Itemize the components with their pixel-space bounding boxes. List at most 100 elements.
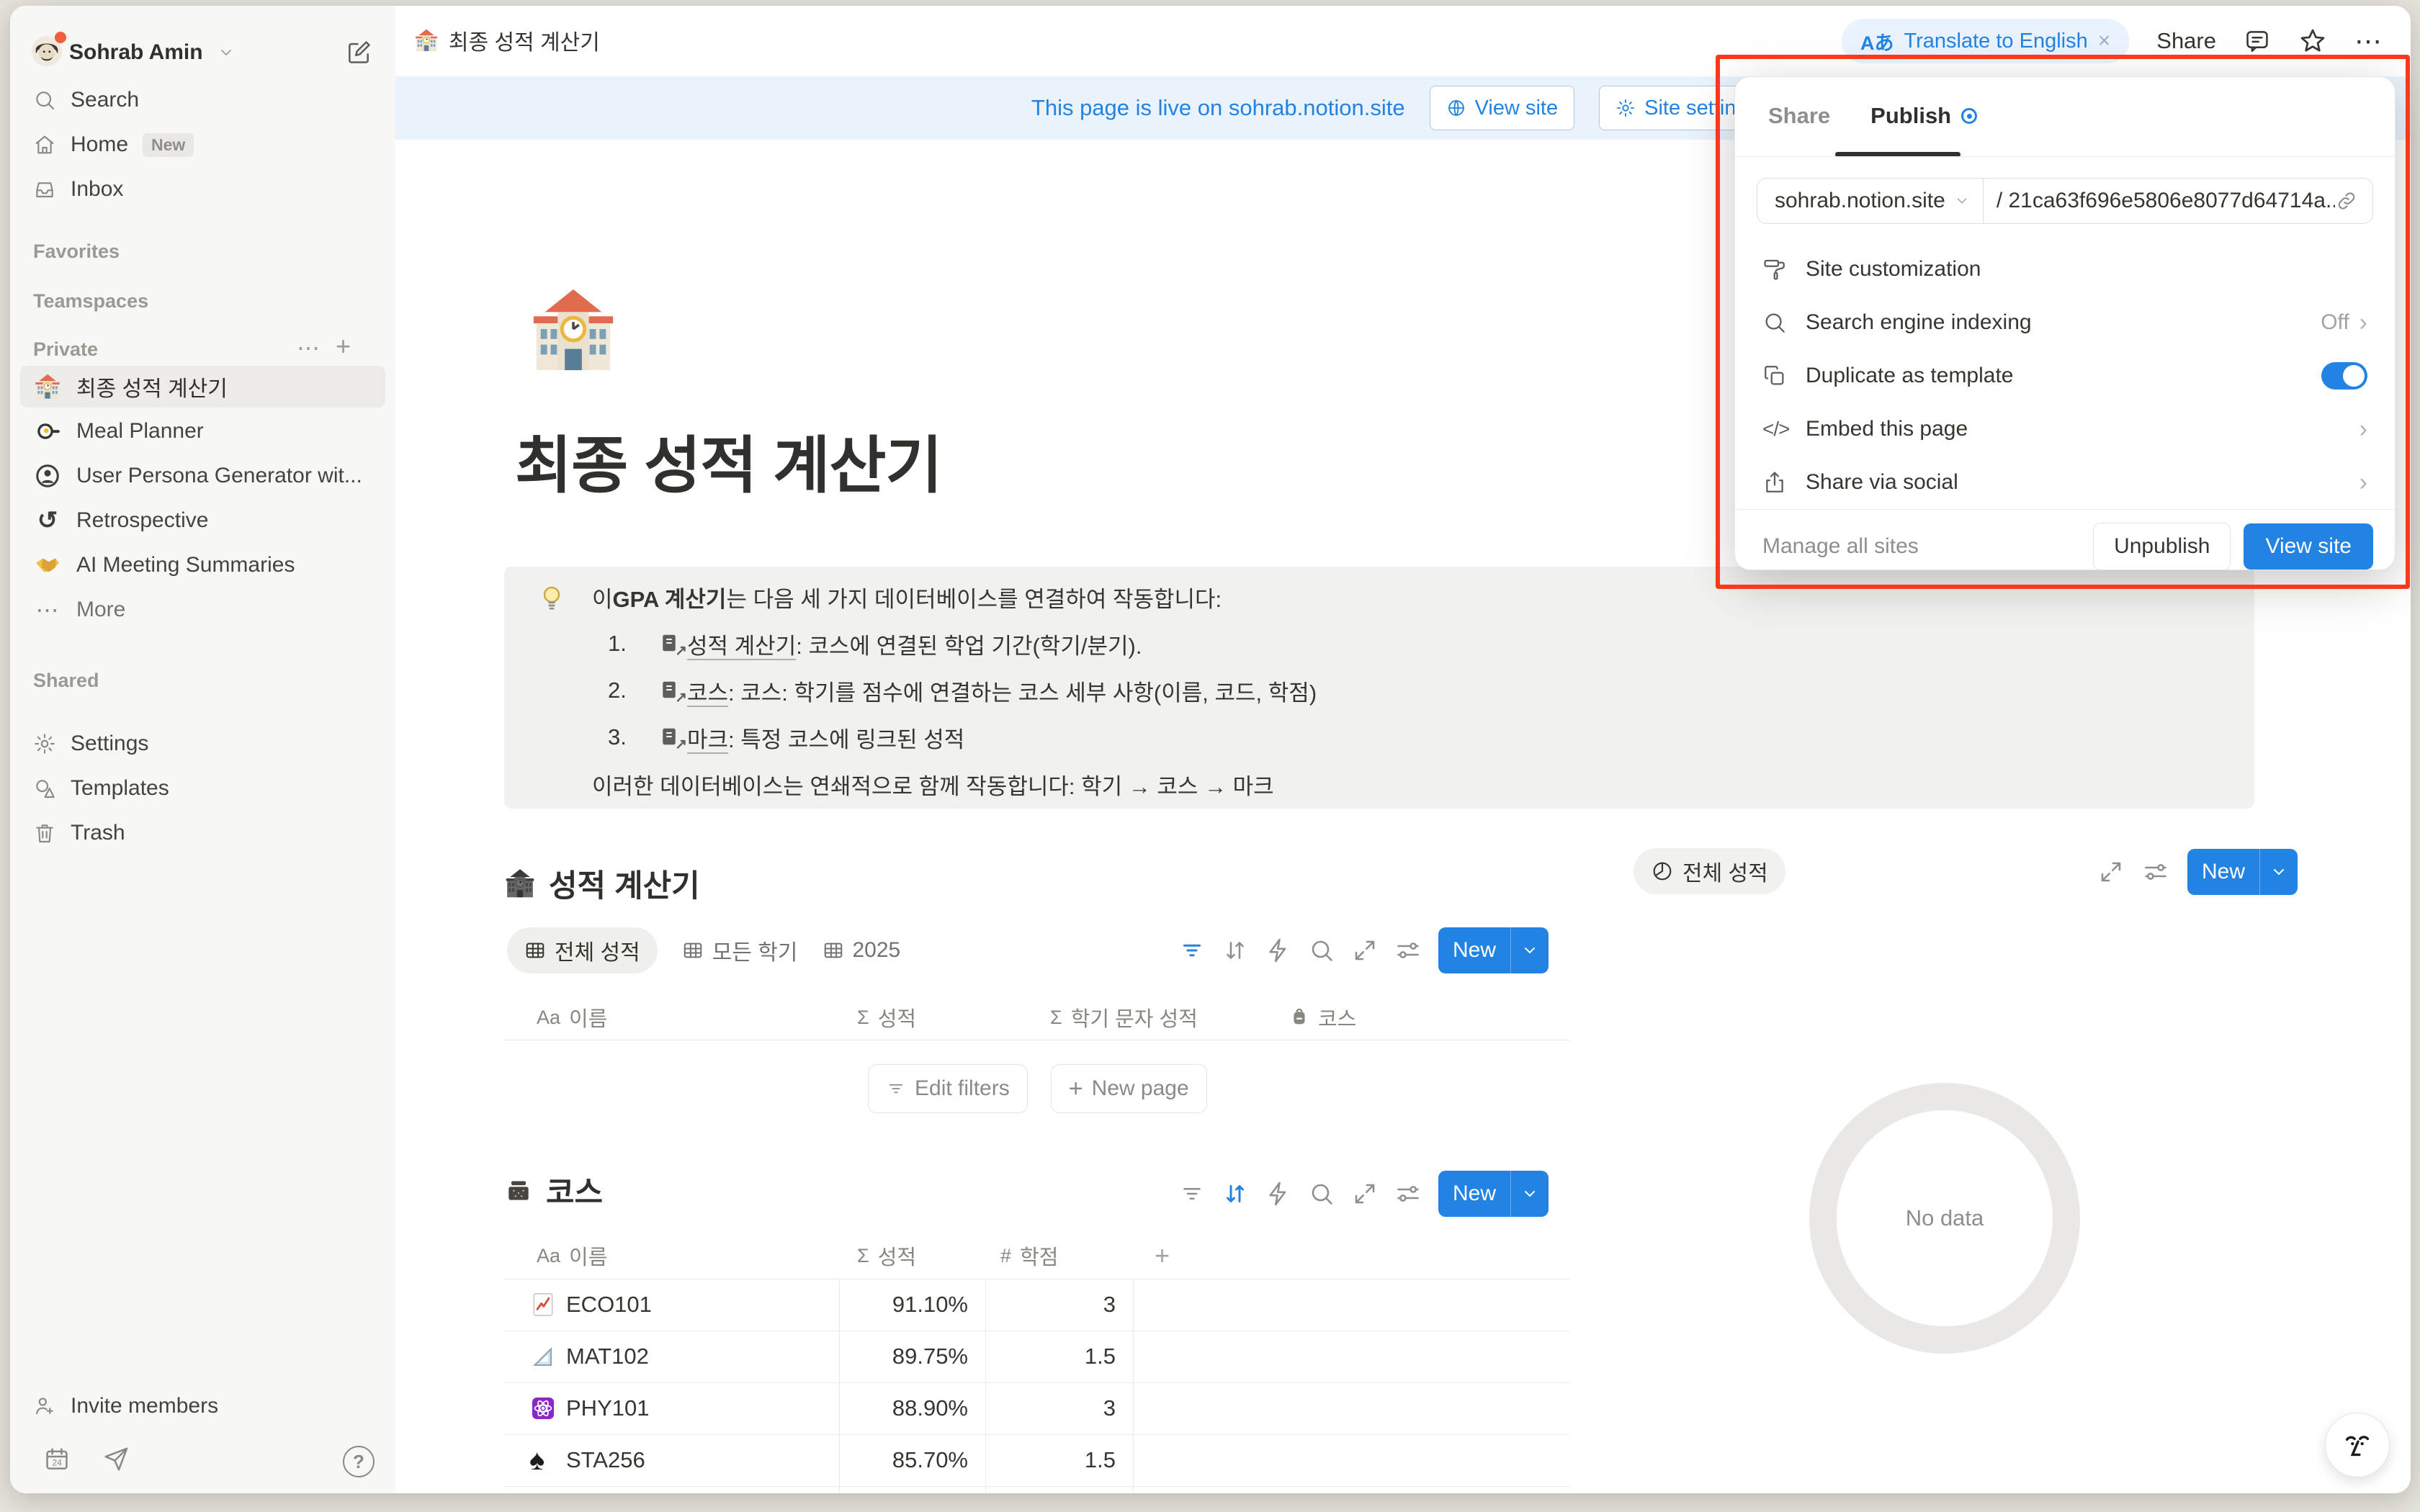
new-page-label: New page (1092, 1076, 1189, 1101)
view-tab-all-terms[interactable]: 모든 학기 (682, 927, 798, 973)
column-header-name[interactable]: Aa이름 (537, 1233, 607, 1279)
private-add-icon[interactable]: + (336, 331, 351, 361)
sliders-icon[interactable] (2143, 859, 2169, 885)
workspace-switcher[interactable]: Sohrab Amin (20, 32, 385, 73)
new-button[interactable]: New (1438, 1171, 1549, 1217)
table-row[interactable]: PHY101 88.90% 3 (504, 1382, 1570, 1435)
calendar-icon[interactable]: 24 (43, 1446, 71, 1473)
lightning-icon[interactable] (1265, 1181, 1291, 1207)
sliders-icon[interactable] (1395, 937, 1421, 963)
more-options-icon[interactable]: ⋯ (2354, 25, 2383, 58)
star-icon[interactable] (2298, 27, 2327, 55)
expand-icon[interactable] (2098, 859, 2124, 885)
sort-icon[interactable] (1222, 937, 1248, 963)
new-button[interactable]: New (1438, 927, 1549, 973)
page-path-value[interactable]: / 21ca63f696e5806e8077d64714a... (1984, 189, 2335, 213)
sidebar-item-meal-planner[interactable]: Meal Planner (20, 410, 385, 452)
close-icon[interactable]: × (2098, 29, 2111, 53)
manage-all-sites-link[interactable]: Manage all sites (1762, 534, 1919, 559)
edit-filters-button[interactable]: Edit filters (868, 1064, 1028, 1113)
grades-table-header: Aa이름 Σ성적 Σ학기 문자 성적 코스 (504, 995, 1570, 1040)
breadcrumb[interactable]: 최종 성적 계산기 (414, 24, 600, 56)
grades-db-title[interactable]: 성적 계산기 (504, 861, 700, 906)
sort-icon[interactable] (1222, 1181, 1248, 1207)
invite-members[interactable]: Invite members (20, 1385, 385, 1427)
sidebar-item-settings[interactable]: Settings (20, 723, 385, 765)
table-row[interactable]: ECO101 91.10% 3 (504, 1279, 1570, 1331)
menu-item-search-engine-indexing[interactable]: Search engine indexing Off› (1735, 296, 2395, 349)
search-icon[interactable] (1309, 937, 1335, 963)
table-icon (823, 940, 844, 961)
unpublish-button[interactable]: Unpublish (2093, 523, 2231, 570)
help-icon[interactable]: ? (343, 1446, 375, 1477)
table-row[interactable]: ♠ STA256 85.70% 1.5 (504, 1434, 1570, 1487)
view-tab-2025[interactable]: 2025 (823, 927, 901, 973)
page-icon[interactable] (528, 285, 619, 379)
duplicate-toggle-on[interactable] (2321, 362, 2367, 390)
menu-item-embed-this-page[interactable]: </> Embed this page › (1735, 402, 2395, 456)
sidebar-item-final-grade-calculator[interactable]: 최종 성적 계산기 (20, 366, 385, 408)
column-header-grade[interactable]: Σ성적 (857, 995, 916, 1040)
table-row[interactable]: MAT102 89.75% 1.5 (504, 1331, 1570, 1383)
filter-icon[interactable] (1179, 1181, 1205, 1207)
new-page-button[interactable]: + New page (1051, 1064, 1207, 1113)
courses-db-title[interactable]: 코스 (504, 1168, 603, 1212)
filter-icon[interactable] (1179, 937, 1205, 963)
site-url-input: sohrab.notion.site / 21ca63f696e5806e807… (1757, 178, 2373, 224)
sidebar-item-ai-meeting-summaries[interactable]: AI Meeting Summaries (20, 544, 385, 586)
menu-item-duplicate-as-template[interactable]: Duplicate as template (1735, 349, 2395, 402)
new-button[interactable]: New (2187, 849, 2298, 895)
add-column-button[interactable]: + (1155, 1233, 1170, 1279)
frying-pan-icon (33, 417, 62, 446)
compose-icon[interactable] (345, 39, 372, 66)
domain-select[interactable]: sohrab.notion.site (1757, 179, 1983, 223)
view-site-button[interactable]: View site (1430, 86, 1575, 130)
column-header-grade[interactable]: Σ성적 (857, 1233, 916, 1279)
table-icon (524, 940, 546, 961)
section-private[interactable]: Private (33, 338, 98, 361)
chevron-down-icon[interactable] (2260, 863, 2298, 881)
private-more-icon[interactable]: ⋯ (297, 334, 321, 361)
sidebar-item-more[interactable]: ⋯ More (20, 589, 385, 631)
sidebar-item-label: Settings (71, 732, 148, 756)
column-header-credits[interactable]: #학점 (1000, 1233, 1058, 1279)
section-shared[interactable]: Shared (33, 670, 99, 692)
tab-share[interactable]: Share (1768, 103, 1830, 129)
send-icon[interactable] (102, 1446, 130, 1473)
notion-ai-button[interactable] (2325, 1413, 2390, 1477)
sidebar-item-templates[interactable]: Templates (20, 768, 385, 809)
menu-item-share-via-social[interactable]: Share via social › (1735, 456, 2395, 509)
section-teamspaces[interactable]: Teamspaces (33, 290, 148, 312)
share-button[interactable]: Share (2156, 28, 2216, 54)
chart-view-tab[interactable]: 전체 성적 (1634, 848, 1785, 894)
sidebar-item-trash[interactable]: Trash (20, 812, 385, 854)
column-header-course[interactable]: 코스 (1289, 995, 1356, 1040)
expand-icon[interactable] (1352, 1181, 1378, 1207)
sidebar-item-home[interactable]: Home New (20, 124, 385, 166)
view-site-button[interactable]: View site (2244, 523, 2373, 570)
view-tab-all-grades[interactable]: 전체 성적 (507, 927, 658, 973)
expand-icon[interactable] (1352, 937, 1378, 963)
chevron-down-icon[interactable] (1511, 942, 1549, 959)
new-button-label: New (1438, 1182, 1510, 1206)
search-icon[interactable] (1309, 1181, 1335, 1207)
column-header-name[interactable]: Aa이름 (537, 995, 607, 1040)
column-header-letter-grade[interactable]: Σ학기 문자 성적 (1050, 995, 1198, 1040)
page-link[interactable]: 마크 (687, 721, 728, 754)
comment-icon[interactable] (2244, 27, 2271, 55)
page-link[interactable]: 성적 계산기 (687, 628, 796, 660)
menu-item-site-customization[interactable]: Site customization (1735, 243, 2395, 296)
sliders-icon[interactable] (1395, 1181, 1421, 1207)
sidebar-item-user-persona[interactable]: User Persona Generator wit... (20, 455, 385, 497)
translate-pill[interactable]: Aあ Translate to English × (1842, 19, 2129, 63)
sidebar-item-search[interactable]: Search (20, 79, 385, 121)
tab-publish[interactable]: Publish (1870, 103, 1977, 129)
page-title[interactable]: 최종 성적 계산기 (515, 415, 942, 505)
chevron-down-icon[interactable] (1511, 1185, 1549, 1202)
sidebar-item-inbox[interactable]: Inbox (20, 168, 385, 210)
sidebar-item-retrospective[interactable]: ↺ Retrospective (20, 500, 385, 541)
link-icon[interactable] (2335, 189, 2358, 212)
section-favorites[interactable]: Favorites (33, 240, 120, 263)
page-link[interactable]: 코스 (687, 675, 728, 707)
lightning-icon[interactable] (1265, 937, 1291, 963)
